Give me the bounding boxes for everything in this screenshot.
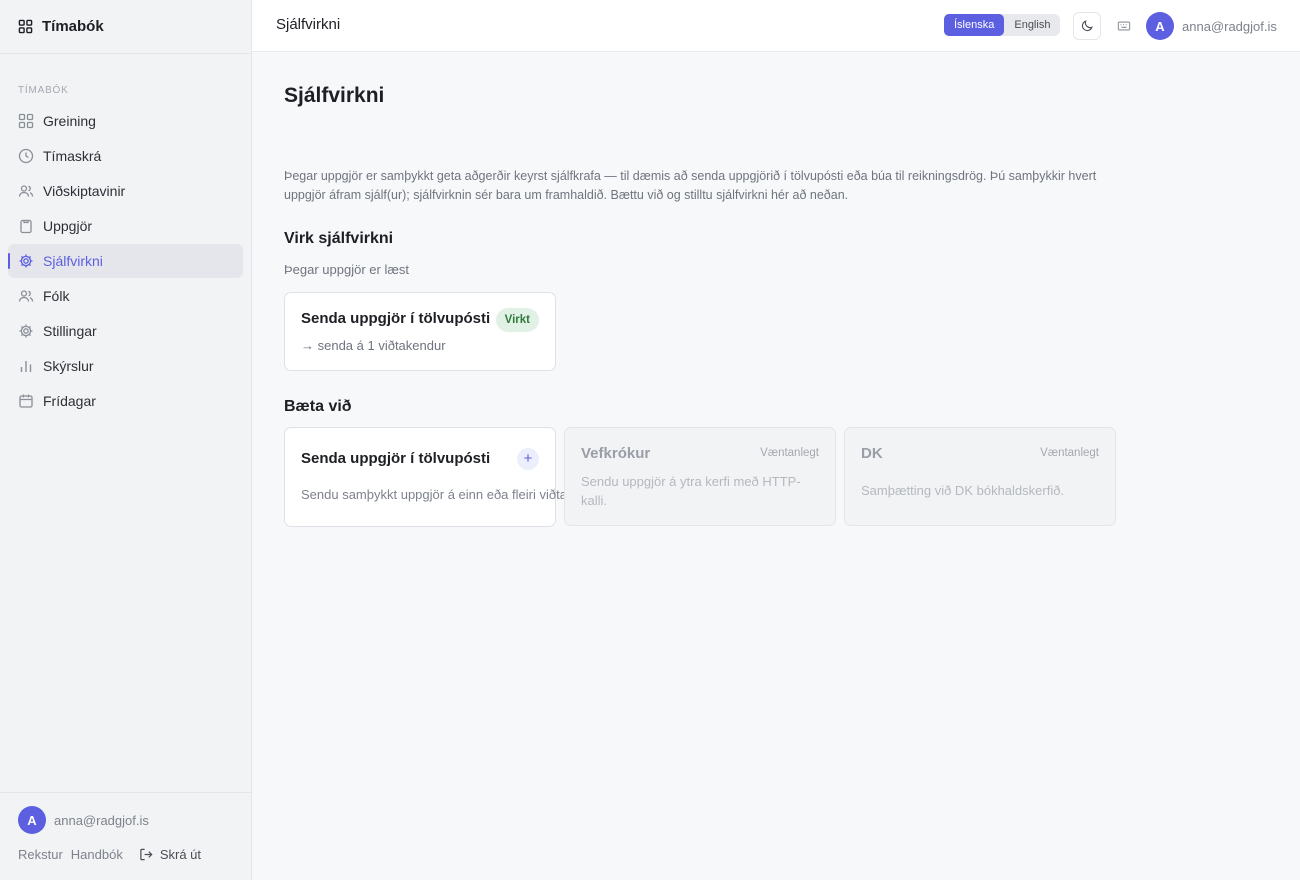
sidebar-item-greining[interactable]: Greining bbox=[8, 104, 243, 138]
add-email-automation-card[interactable]: Senda uppgjör í tölvupósti + Sendu samþy… bbox=[284, 427, 610, 527]
status-badge: Virkt bbox=[495, 308, 539, 332]
sidebar-item-vidskiptavinir[interactable]: Viðskiptavinir bbox=[8, 174, 243, 208]
trigger-label: Þegar uppgjör er læst bbox=[284, 262, 410, 277]
sidebar-item-label: Tímaskrá bbox=[43, 148, 102, 164]
header-title: Sjálfvirkni bbox=[276, 16, 341, 33]
gear-icon bbox=[19, 254, 33, 268]
keyboard-shortcuts-button[interactable] bbox=[1110, 12, 1138, 40]
lang-english-button[interactable]: English bbox=[1004, 14, 1060, 36]
active-automation-heading: Virk sjálfvirkni bbox=[284, 230, 394, 247]
bar-chart-icon bbox=[20, 361, 32, 372]
sidebar-item-label: Sjálfvirkni bbox=[43, 253, 103, 269]
sidebar-item-uppgjor[interactable]: Uppgjör bbox=[8, 209, 243, 243]
coming-soon-badge: Væntanlegt bbox=[760, 447, 819, 459]
users-icon bbox=[18, 185, 34, 197]
brand-name: Tímabók bbox=[42, 18, 104, 35]
sidebar-item-label: Fólk bbox=[43, 288, 70, 304]
coming-soon-badge: Væntanlegt bbox=[1040, 447, 1099, 459]
top-header: Sjálfvirkni Íslenska English A anna@radg… bbox=[252, 0, 1300, 52]
calendar-icon bbox=[19, 394, 33, 408]
brand[interactable]: Tímabók bbox=[0, 0, 251, 54]
sidebar-item-label: Skýrslur bbox=[43, 358, 94, 374]
sidebar-nav: Greining Tímaskrá Viðskiptavinir Uppgjör… bbox=[8, 104, 243, 419]
logout-label: Skrá út bbox=[159, 847, 202, 862]
card-title: DK bbox=[861, 445, 883, 462]
sidebar-item-skyrslur[interactable]: Skýrslur bbox=[8, 349, 243, 383]
intro-text: Þegar uppgjör er samþykkt geta aðgerðir … bbox=[284, 169, 1097, 202]
clipboard-icon bbox=[20, 219, 32, 234]
avatar: A bbox=[18, 806, 46, 834]
sidebar-item-stillingar[interactable]: Stillingar bbox=[8, 314, 243, 348]
lang-islenska-button[interactable]: Íslenska bbox=[944, 14, 1005, 36]
card-title: Senda uppgjör í tölvupósti bbox=[301, 310, 491, 327]
sidebar: Tímabók TÍMABÓK Greining Tímaskrá Viðski… bbox=[0, 0, 252, 880]
sidebar-item-sjalfvirkni[interactable]: Sjálfvirkni bbox=[8, 244, 243, 278]
sidebar-section-label: TÍMABÓK bbox=[18, 85, 69, 96]
keyboard-icon bbox=[1117, 21, 1131, 31]
grid-icon bbox=[18, 113, 34, 129]
language-switch: Íslenska English bbox=[944, 14, 1061, 36]
logout-icon bbox=[140, 848, 153, 861]
active-automation-card[interactable]: Senda uppgjör í tölvupósti Virkt → senda… bbox=[284, 292, 556, 371]
link-rekstur[interactable]: Rekstur bbox=[18, 847, 63, 862]
sidebar-item-fridagar[interactable]: Frídagar bbox=[8, 384, 243, 418]
add-automation-heading: Bæta við bbox=[284, 398, 352, 415]
link-handbok[interactable]: Handbók bbox=[71, 847, 123, 862]
card-description: Samþætting við DK bókhaldskerfið. bbox=[861, 483, 1065, 498]
users-icon bbox=[18, 290, 34, 302]
gear-icon bbox=[19, 324, 33, 338]
footer-links: Rekstur Handbók Skrá út bbox=[18, 847, 209, 862]
user-email: anna@radgjof.is bbox=[54, 812, 149, 828]
sidebar-item-label: Stillingar bbox=[43, 323, 97, 339]
theme-toggle-button[interactable] bbox=[1073, 12, 1101, 40]
card-description: Sendu uppgjör á ytra kerfi með HTTP-kall… bbox=[581, 474, 801, 508]
page-title: Sjálfvirkni bbox=[284, 84, 385, 107]
sidebar-item-label: Viðskiptavinir bbox=[43, 183, 126, 199]
moon-icon bbox=[1081, 20, 1093, 32]
avatar: A bbox=[1146, 12, 1174, 40]
logout-button[interactable]: Skrá út bbox=[139, 847, 209, 862]
card-title: Vefkrókur bbox=[581, 445, 651, 462]
card-title: Senda uppgjör í tölvupósti bbox=[301, 450, 491, 467]
sidebar-footer: A anna@radgjof.is Rekstur Handbók Skrá ú… bbox=[0, 792, 251, 880]
clock-icon bbox=[18, 148, 34, 164]
sidebar-item-label: Uppgjör bbox=[43, 218, 93, 234]
card-detail: → senda á 1 viðtakendur bbox=[301, 338, 446, 353]
dk-integration-card: DK Væntanlegt Samþætting við DK bókhalds… bbox=[844, 427, 1116, 526]
sidebar-user[interactable]: A anna@radgjof.is bbox=[18, 806, 149, 834]
sidebar-item-label: Frídagar bbox=[43, 393, 96, 409]
header-user-menu[interactable]: A anna@radgjof.is bbox=[1146, 12, 1277, 40]
user-email: anna@radgjof.is bbox=[1182, 18, 1277, 34]
sidebar-item-folk[interactable]: Fólk bbox=[8, 279, 243, 313]
add-button[interactable]: + bbox=[517, 448, 539, 470]
grid-icon bbox=[18, 19, 33, 34]
webhook-card: Vefkrókur Væntanlegt Sendu uppgjör á ytr… bbox=[564, 427, 836, 526]
sidebar-item-timaskra[interactable]: Tímaskrá bbox=[8, 139, 243, 173]
sidebar-item-label: Greining bbox=[43, 113, 96, 129]
